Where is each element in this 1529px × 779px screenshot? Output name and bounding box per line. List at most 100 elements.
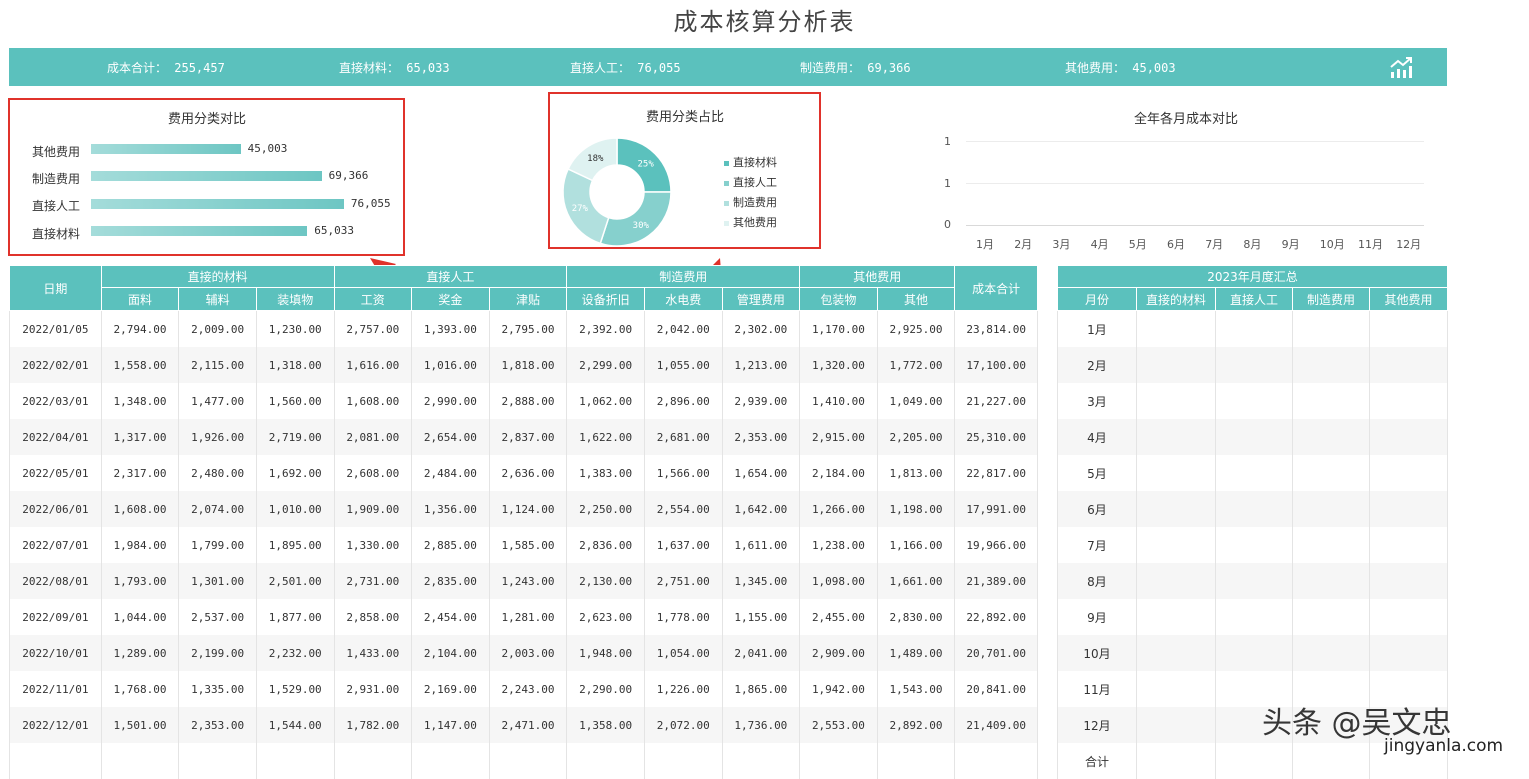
summary-cell[interactable] [1215,491,1293,527]
table-cell[interactable]: 1,501.00 [100,707,180,743]
table-cell[interactable]: 1,433.00 [333,635,413,671]
table-row[interactable]: 2022/07/01 1,984.00 1,799.00 1,895.00 1,330.… [9,527,1038,563]
table-cell[interactable]: 2,130.00 [566,563,645,599]
table-row[interactable]: 2022/02/01 1,558.00 2,115.00 1,318.00 1,616.… [9,347,1038,383]
table-cell[interactable]: 1,155.00 [721,599,801,635]
table-cell[interactable]: 1,772.00 [876,347,956,383]
table-row[interactable]: 2022/03/01 1,348.00 1,477.00 1,560.00 1,608.… [9,383,1038,419]
table-cell[interactable]: 2,199.00 [178,635,257,671]
table-cell[interactable]: 1,543.00 [876,671,956,707]
table-cell[interactable]: 1,637.00 [643,527,723,563]
table-cell[interactable]: 1,356.00 [411,491,490,527]
table-cell[interactable]: 1,044.00 [100,599,180,635]
summary-cell[interactable] [1368,635,1449,671]
table-cell[interactable]: 1,984.00 [100,527,180,563]
table-cell[interactable]: 1,865.00 [721,671,801,707]
summary-cell[interactable] [1368,419,1449,455]
table-cell[interactable]: 1,477.00 [178,383,257,419]
table-cell[interactable]: 1,909.00 [333,491,413,527]
table-cell[interactable]: 1,560.00 [255,383,335,419]
table-cell[interactable]: 2,009.00 [178,310,257,347]
table-cell[interactable]: 1,330.00 [333,527,413,563]
table-cell[interactable]: 2,830.00 [876,599,956,635]
table-cell[interactable]: 1,198.00 [876,491,956,527]
month-cell[interactable]: 8月 [1057,563,1137,599]
table-cell[interactable]: 2,081.00 [333,419,413,455]
summary-cell[interactable] [1368,310,1449,347]
table-cell[interactable]: 1,393.00 [411,310,490,347]
table-cell[interactable]: 25,310.00 [954,419,1038,455]
summary-cell[interactable] [1292,599,1370,635]
table-cell[interactable]: 1,942.00 [799,671,878,707]
table-cell[interactable]: 2,654.00 [411,419,490,455]
table-cell[interactable]: 23,814.00 [954,310,1038,347]
summary-cell[interactable] [1292,491,1370,527]
summary-row[interactable]: 10月 [1057,635,1449,671]
table-cell[interactable]: 2,990.00 [411,383,490,419]
summary-row[interactable]: 4月 [1057,419,1449,455]
table-cell[interactable]: 1,335.00 [178,671,257,707]
summary-cell[interactable] [1215,527,1293,563]
table-cell[interactable]: 2,041.00 [721,635,801,671]
subheader[interactable]: 管理费用 [721,287,801,311]
subheader[interactable]: 津贴 [488,287,568,311]
table-cell[interactable] [100,743,180,779]
table-cell[interactable]: 2,623.00 [566,599,645,635]
table-cell[interactable]: 1,062.00 [566,383,645,419]
table-cell[interactable]: 2,837.00 [488,419,568,455]
table-cell[interactable]: 2,681.00 [643,419,723,455]
table-cell[interactable]: 1,383.00 [566,455,645,491]
subheader[interactable]: 辅料 [178,287,257,311]
table-cell[interactable]: 2,931.00 [333,671,413,707]
table-cell[interactable]: 1,654.00 [721,455,801,491]
date-cell[interactable]: 2022/02/01 [9,347,102,383]
table-cell[interactable] [255,743,335,779]
table-cell[interactable]: 1,054.00 [643,635,723,671]
month-cell[interactable]: 11月 [1057,671,1137,707]
table-cell[interactable]: 1,566.00 [643,455,723,491]
summary-cell[interactable] [1136,491,1216,527]
table-cell[interactable]: 2,353.00 [178,707,257,743]
table-cell[interactable]: 1,317.00 [100,419,180,455]
summary-cell[interactable] [1368,347,1449,383]
table-cell[interactable]: 1,895.00 [255,527,335,563]
summary-cell[interactable] [1292,419,1370,455]
table-cell[interactable]: 1,170.00 [799,310,878,347]
summary-cell[interactable] [1136,527,1216,563]
table-cell[interactable] [411,743,490,779]
table-cell[interactable]: 19,966.00 [954,527,1038,563]
table-cell[interactable]: 17,100.00 [954,347,1038,383]
table-cell[interactable]: 1,799.00 [178,527,257,563]
table-cell[interactable]: 2,455.00 [799,599,878,635]
table-cell[interactable]: 1,410.00 [799,383,878,419]
table-cell[interactable]: 2,731.00 [333,563,413,599]
table-cell[interactable]: 1,124.00 [488,491,568,527]
summary-cell[interactable] [1292,455,1370,491]
table-cell[interactable]: 1,016.00 [411,347,490,383]
summary-cell[interactable] [1136,347,1216,383]
summary-cell[interactable] [1215,347,1293,383]
date-cell[interactable]: 2022/06/01 [9,491,102,527]
table-row[interactable]: 2022/05/01 2,317.00 2,480.00 1,692.00 2,608.… [9,455,1038,491]
summary-cell[interactable] [1292,310,1370,347]
table-cell[interactable]: 2,232.00 [255,635,335,671]
table-cell[interactable]: 1,778.00 [643,599,723,635]
table-cell[interactable]: 2,553.00 [799,707,878,743]
table-cell[interactable]: 2,042.00 [643,310,723,347]
summary-cell[interactable] [1368,563,1449,599]
date-cell[interactable]: 2022/03/01 [9,383,102,419]
table-cell[interactable]: 1,948.00 [566,635,645,671]
table-cell[interactable]: 20,841.00 [954,671,1038,707]
table-cell[interactable] [333,743,413,779]
table-cell[interactable]: 2,484.00 [411,455,490,491]
table-cell[interactable]: 1,558.00 [100,347,180,383]
summary-cell[interactable] [1368,455,1449,491]
date-cell[interactable]: 2022/07/01 [9,527,102,563]
summary-row[interactable]: 3月 [1057,383,1449,419]
summary-cell[interactable] [1368,599,1449,635]
table-cell[interactable]: 2,074.00 [178,491,257,527]
summary-header[interactable]: 直接人工 [1215,287,1293,311]
summary-cell[interactable] [1292,743,1370,779]
table-cell[interactable]: 1,736.00 [721,707,801,743]
table-cell[interactable]: 2,925.00 [876,310,956,347]
